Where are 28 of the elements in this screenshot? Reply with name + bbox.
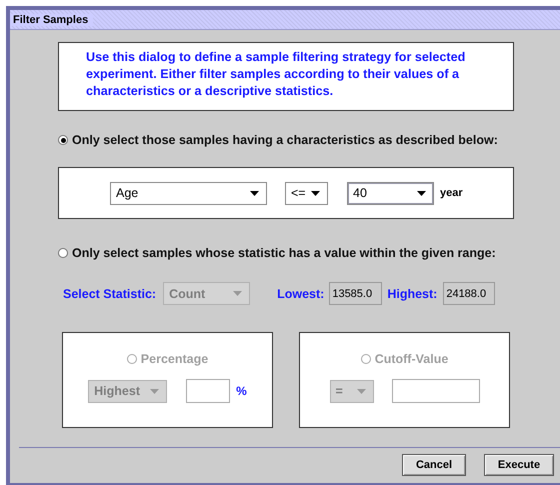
cancel-button[interactable]: Cancel [402, 454, 466, 476]
dropdown[interactable]: 40 [347, 182, 434, 204]
description-text: Use this dialog to define a sample filtering strategy for selected experiment. Either filter samples according to their values of a characteristics or a descriptive statistics. [86, 49, 466, 100]
caret-icon [417, 190, 426, 196]
caret-icon [150, 388, 160, 394]
unit-label: year [440, 187, 463, 199]
dropdown[interactable]: Age [110, 182, 267, 204]
option-label: Only select samples whose statistic has a value within the given range: [72, 246, 496, 260]
percent-label: % [236, 384, 247, 398]
execute-button[interactable]: Execute [484, 454, 554, 476]
dropdown[interactable]: <= [285, 182, 328, 204]
radio-button[interactable] [58, 135, 68, 145]
option-label: Cutoff-Value [374, 352, 448, 366]
caret-icon [356, 388, 366, 394]
window-title: Filter Samples [10, 14, 94, 26]
lowest-field: 13585.0 [329, 282, 382, 305]
caret-icon [233, 291, 242, 296]
input-field[interactable] [186, 379, 230, 403]
highest-label: Highest: [387, 286, 438, 300]
highest-field: 24188.0 [443, 282, 496, 305]
caret-icon [250, 190, 259, 196]
caret-icon [311, 190, 320, 196]
option-label: Only select those samples having a characteristics as described below: [72, 133, 498, 147]
input-field[interactable] [392, 379, 480, 403]
statistic-label: Select Statistic: [63, 286, 156, 300]
lowest-label: Lowest: [277, 286, 324, 300]
option-label: Percentage [140, 352, 208, 366]
radio-button[interactable] [58, 248, 68, 258]
